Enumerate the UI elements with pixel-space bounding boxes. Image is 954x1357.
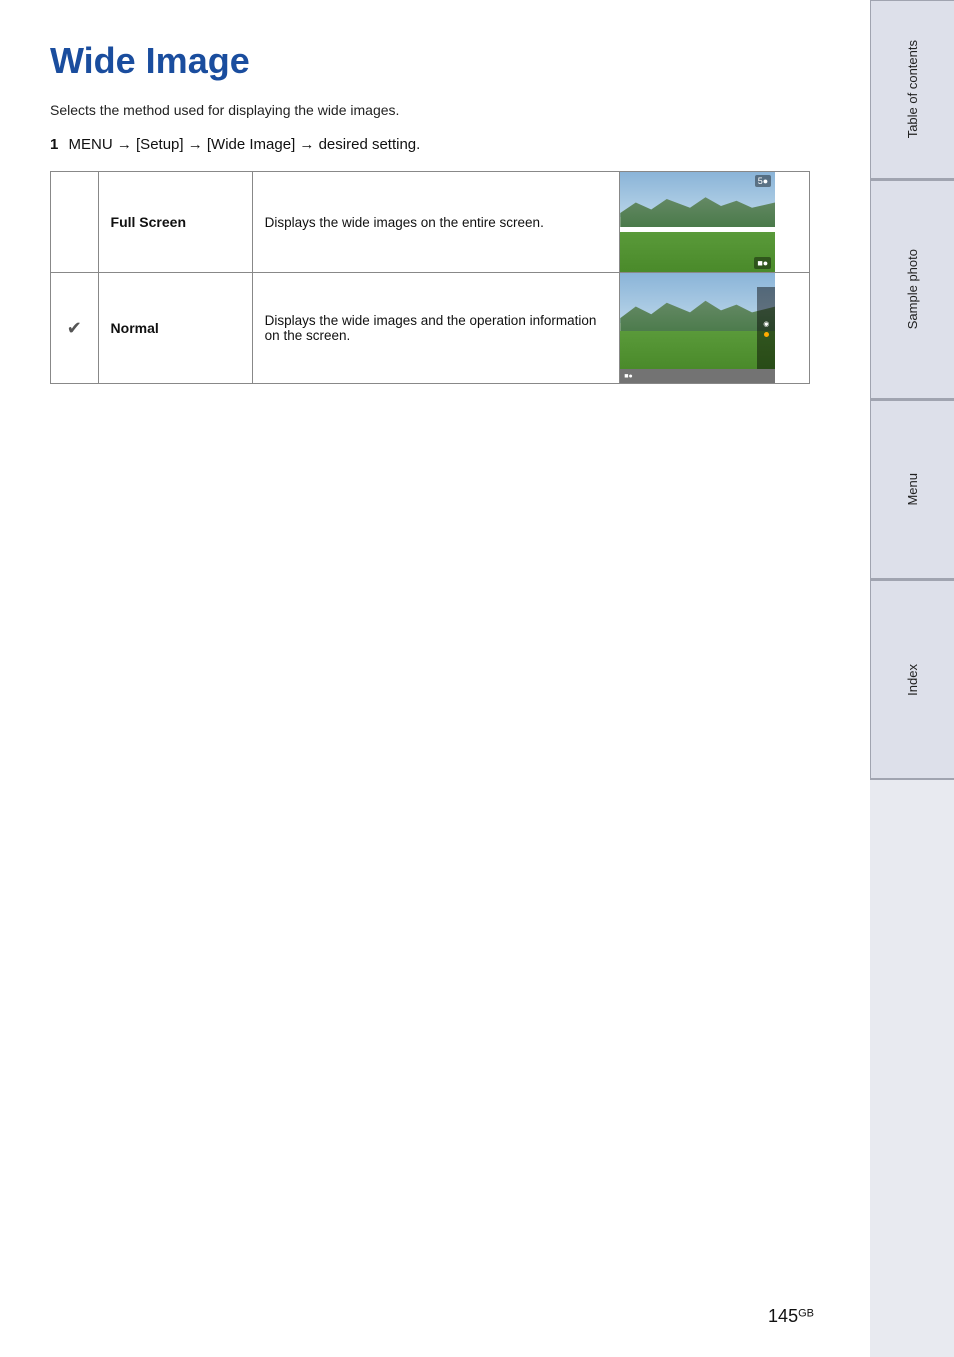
indicator-top: 5●	[755, 175, 771, 187]
table-row: ✔ Normal Displays the wide images and th…	[51, 273, 810, 384]
page-number-area: 145GB	[768, 1306, 814, 1327]
sidebar: Table of contents Sample photo Menu Inde…	[870, 0, 954, 1357]
sidebar-tab-table-of-contents[interactable]: Table of contents	[870, 0, 954, 180]
instruction-content: MENU → [Setup] → [Wide Image] → desired …	[69, 136, 421, 153]
hud-bottom-bar: ■●	[620, 369, 775, 383]
instruction-text: 1 MENU → [Setup] → [Wide Image] → desire…	[50, 136, 820, 153]
sidebar-tab-index[interactable]: Index	[870, 580, 954, 780]
sidebar-tab-label-index: Index	[897, 652, 928, 708]
settings-table: Full Screen Displays the wide images on …	[50, 171, 810, 384]
row-desc-full-screen: Displays the wide images on the entire s…	[252, 172, 620, 273]
page-number: 145	[768, 1306, 798, 1326]
page-suffix: GB	[798, 1307, 814, 1319]
sidebar-tab-label-sample: Sample photo	[897, 237, 928, 341]
page-subtitle: Selects the method used for displaying t…	[50, 102, 820, 118]
hud-dot	[764, 332, 769, 337]
hud-bottom-text: ■●	[624, 373, 632, 380]
sidebar-tab-label-toc: Table of contents	[897, 28, 928, 150]
hud-right-bar: ◉	[757, 287, 775, 369]
sidebar-tab-label-menu: Menu	[897, 461, 928, 518]
camera-preview-full: 5● ■●	[620, 172, 775, 272]
sidebar-tab-sample-photo[interactable]: Sample photo	[870, 180, 954, 400]
sidebar-tab-menu[interactable]: Menu	[870, 400, 954, 580]
field-layer	[620, 232, 775, 272]
row-icon-normal: ✔	[51, 273, 99, 384]
row-img-full-screen: 5● ■●	[620, 172, 810, 273]
row-icon-full-screen	[51, 172, 99, 273]
field-layer	[620, 331, 775, 370]
sidebar-spacer	[870, 780, 954, 1357]
camera-preview-normal: 5● ◉ ■●	[620, 273, 775, 383]
page-title: Wide Image	[50, 40, 820, 82]
row-desc-normal: Displays the wide images and the operati…	[252, 273, 620, 384]
row-label-normal: Normal	[98, 273, 252, 384]
table-row: Full Screen Displays the wide images on …	[51, 172, 810, 273]
step-number: 1	[50, 136, 58, 153]
row-label-full-screen: Full Screen	[98, 172, 252, 273]
main-content: Wide Image Selects the method used for d…	[0, 0, 870, 1357]
indicator-bottom: ■●	[754, 257, 771, 269]
row-img-normal: 5● ◉ ■●	[620, 273, 810, 384]
hud-right-icon: ◉	[763, 320, 769, 328]
